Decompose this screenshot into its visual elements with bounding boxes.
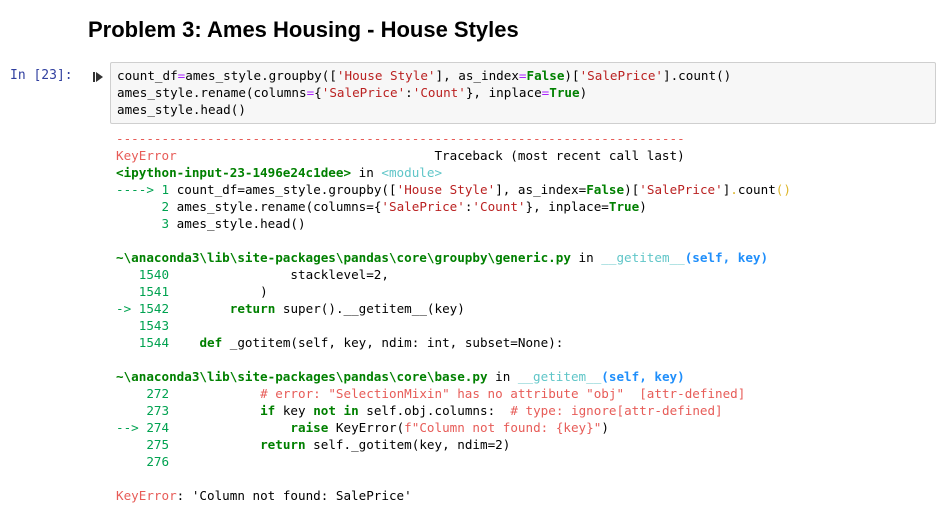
frame2-line-273: 273 if key not in self.obj.columns: # ty…: [146, 403, 723, 418]
frame2-line-274: --> 274 raise KeyError(f"Column not foun…: [116, 420, 609, 435]
section-title: Problem 3: Ames Housing - House Styles: [88, 17, 519, 42]
frame1-line-1542: -> 1542 return super().__getitem__(key): [116, 301, 465, 316]
run-cell-icon[interactable]: [93, 72, 103, 82]
traceback-output: ----------------------------------------…: [116, 130, 791, 504]
frame1-line-1543: 1543: [138, 318, 170, 333]
frame1-line-1541: 1541 ): [138, 284, 268, 299]
frame2-line-275: 275 return self._gotitem(key, ndim=2): [146, 437, 511, 452]
input-prompt: In [23]:: [10, 68, 73, 83]
frame2-location: ~\anaconda3\lib\site-packages\pandas\cor…: [116, 369, 685, 384]
frame0-location: <ipython-input-23-1496e24c1dee> in <modu…: [116, 165, 443, 180]
traceback-header: KeyError Traceback (most recent call las…: [116, 148, 685, 163]
code-line-2: ames_style.rename(columns={'SalePrice':'…: [117, 85, 588, 100]
code-editor[interactable]: count_df=ames_style.groupby(['House Styl…: [117, 67, 731, 118]
frame2-line-272: 272 # error: "SelectionMixin" has no att…: [146, 386, 746, 401]
code-cell-input[interactable]: count_df=ames_style.groupby(['House Styl…: [110, 62, 936, 124]
frame1-location: ~\anaconda3\lib\site-packages\pandas\cor…: [116, 250, 769, 265]
frame0-line-3: 3 ames_style.head(): [161, 216, 306, 231]
final-error-line: KeyError: 'Column not found: SalePrice': [116, 488, 412, 503]
code-line-3: ames_style.head(): [117, 102, 246, 117]
frame2-line-276: 276: [146, 454, 170, 469]
frame1-line-1544: 1544 def _gotitem(self, key, ndim: int, …: [138, 335, 564, 350]
frame0-line-2: 2 ames_style.rename(columns={'SalePrice'…: [161, 199, 647, 214]
traceback-separator: ----------------------------------------…: [116, 131, 685, 146]
frame0-line-1: ----> 1 count_df=ames_style.groupby(['Ho…: [116, 182, 791, 197]
code-line-1: count_df=ames_style.groupby(['House Styl…: [117, 68, 732, 83]
frame1-line-1540: 1540 stacklevel=2,: [138, 267, 389, 282]
